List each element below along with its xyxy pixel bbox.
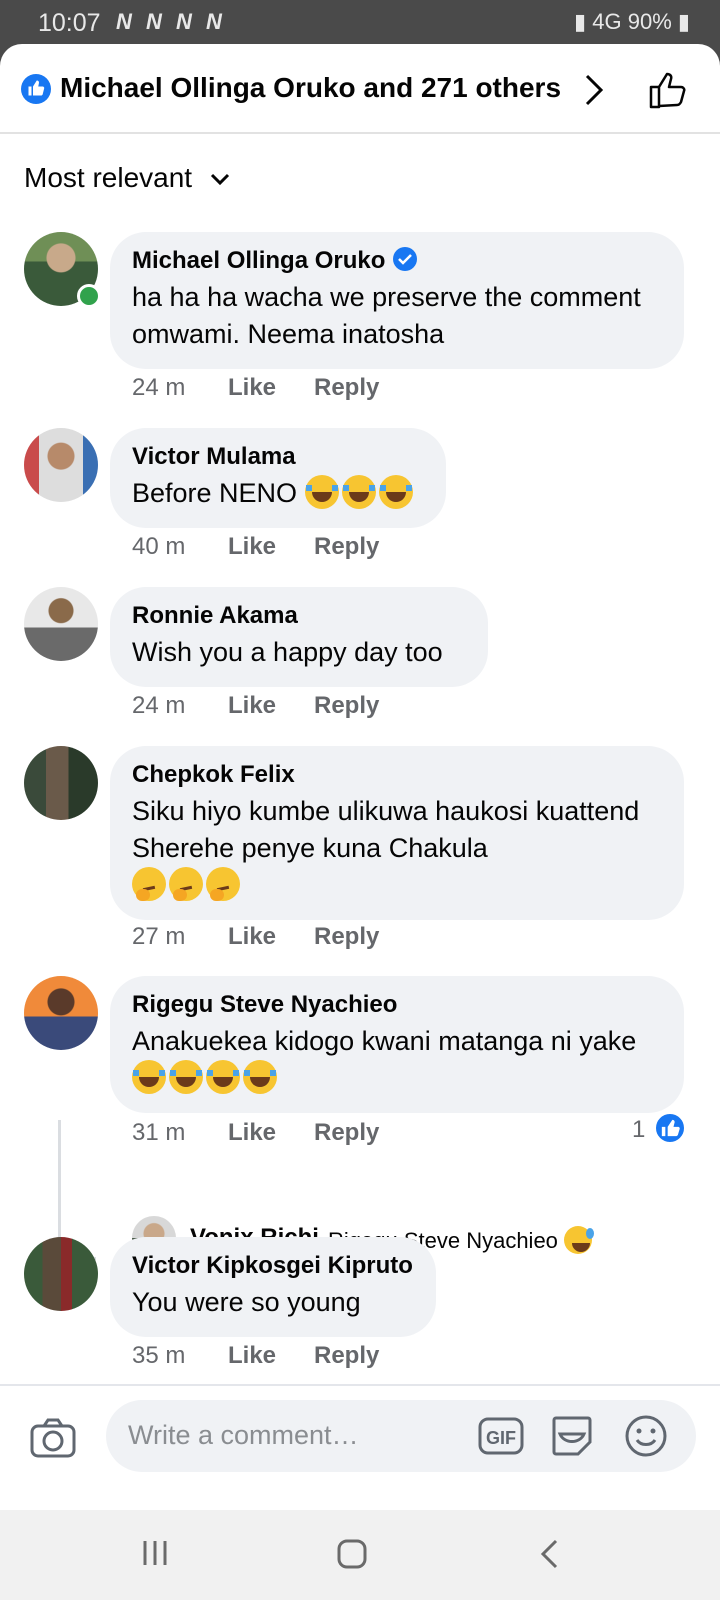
laughing-emoji-icon [206,1060,240,1094]
comment-text: Siku hiyo kumbe ulikuwa haukosi kuattend… [132,793,662,904]
comment-bubble[interactable]: Victor Mulama Before NENO [110,428,446,528]
comment-bubble[interactable]: Ronnie Akama Wish you a happy day too [110,587,488,687]
like-link[interactable]: Like [228,692,314,720]
comment-actions: 24 m Like Reply [132,692,379,720]
comment-actions: 31 m Like Reply [132,1119,379,1147]
recent-apps-icon[interactable] [140,1538,170,1573]
reactions-summary[interactable]: Michael Ollinga Oruko and 271 others [60,72,561,104]
comment-bubble[interactable]: Rigegu Steve Nyachieo Anakuekea kidogo k… [110,976,684,1113]
like-link[interactable]: Like [228,1119,314,1147]
reply-link[interactable]: Reply [314,923,379,951]
grinning-sweat-emoji-icon [564,1226,595,1254]
comment-time: 35 m [132,1342,186,1369]
avatar[interactable] [24,428,98,502]
network-type: 4G [592,9,622,34]
camera-icon[interactable] [30,1418,76,1458]
system-navigation-bar [0,1510,720,1600]
comment-placeholder: Write a comment… [128,1420,359,1450]
comment-time: 24 m [132,374,186,401]
laughing-emoji-icon [132,1060,166,1094]
verified-badge-icon [393,247,418,271]
comment-actions: 24 m Like Reply [132,374,379,402]
comment-author[interactable]: Victor Mulama [132,442,424,472]
comment-author[interactable]: Michael Ollinga Oruko [132,247,385,274]
status-bar: 10:07 N N N N ▮ 4G 90% ▮ [0,0,720,46]
like-reaction-icon[interactable] [654,1112,686,1144]
laughing-emoji-icon [341,475,376,509]
comment-time: 24 m [132,692,186,719]
comment-text: You were so young [132,1287,361,1317]
like-button-icon[interactable] [648,70,688,110]
signal-icon: ▮ [574,9,587,34]
avatar[interactable] [24,1237,98,1311]
comment-actions: 40 m Like Reply [132,533,379,561]
like-link[interactable]: Like [228,533,314,561]
comment-bubble[interactable]: Chepkok Felix Siku hiyo kumbe ulikuwa ha… [110,746,684,920]
avatar[interactable] [24,587,98,661]
sort-dropdown[interactable]: Most relevant [24,162,230,194]
battery-icon: ▮ [677,9,690,34]
back-icon[interactable] [538,1538,560,1575]
thinking-emoji-icon [132,867,166,901]
sort-label: Most relevant [24,162,193,193]
comment-bubble[interactable]: Michael Ollinga Oruko ha ha ha wacha we … [110,232,684,369]
notification-icons: N N N N [116,9,226,34]
thinking-emoji-icon [206,867,240,901]
emoji-icon[interactable] [624,1414,668,1458]
laughing-emoji-icon [169,1060,203,1094]
comments-sheet: Michael Ollinga Oruko and 271 others Mos… [0,44,720,1510]
comment-composer: Write a comment… GIF [0,1384,720,1510]
thinking-emoji-icon [169,867,203,901]
reaction-count[interactable]: 1 [632,1116,645,1144]
gif-icon[interactable]: GIF [478,1416,524,1456]
status-time: 10:07 [38,9,101,37]
comment-author[interactable]: Ronnie Akama [132,601,466,631]
comment-author[interactable]: Chepkok Felix [132,760,662,790]
chevron-down-icon [210,173,229,185]
like-reaction-icon [21,74,51,104]
avatar[interactable] [24,976,98,1050]
comment-actions: 35 m Like Reply [132,1342,379,1370]
comment-time: 27 m [132,923,186,950]
comment-text: ha ha ha wacha we preserve the comment o… [132,282,641,349]
comment-text: Wish you a happy day too [132,637,443,667]
comment-bubble[interactable]: Victor Kipkosgei Kipruto You were so you… [110,1237,436,1337]
like-link[interactable]: Like [228,923,314,951]
battery-level: 90% [627,9,672,34]
comment-text: Before NENO [132,475,424,512]
laughing-emoji-icon [304,475,339,509]
reactions-header[interactable]: Michael Ollinga Oruko and 271 others [0,44,720,134]
online-indicator [77,284,101,308]
comment-author[interactable]: Rigegu Steve Nyachieo [132,990,662,1020]
like-link[interactable]: Like [228,1342,314,1370]
gif-label: GIF [486,1428,516,1448]
reply-link[interactable]: Reply [314,1342,379,1370]
reply-link[interactable]: Reply [314,533,379,561]
laughing-emoji-icon [243,1060,277,1094]
comment-text: Anakuekea kidogo kwani matanga ni yake [132,1023,662,1097]
comment-author[interactable]: Victor Kipkosgei Kipruto [132,1251,414,1281]
comment-time: 31 m [132,1119,186,1146]
comment-time: 40 m [132,533,186,560]
laughing-emoji-icon [378,475,413,509]
reply-link[interactable]: Reply [314,692,379,720]
like-link[interactable]: Like [228,374,314,402]
reply-link[interactable]: Reply [314,1119,379,1147]
reply-link[interactable]: Reply [314,374,379,402]
sticker-icon[interactable] [550,1414,594,1458]
status-right: ▮ 4G 90% ▮ [574,9,690,35]
home-icon[interactable] [336,1538,368,1575]
comment-actions: 27 m Like Reply [132,923,379,951]
comment-input[interactable]: Write a comment… GIF [106,1400,696,1472]
chevron-right-icon[interactable] [584,74,604,106]
avatar[interactable] [24,746,98,820]
